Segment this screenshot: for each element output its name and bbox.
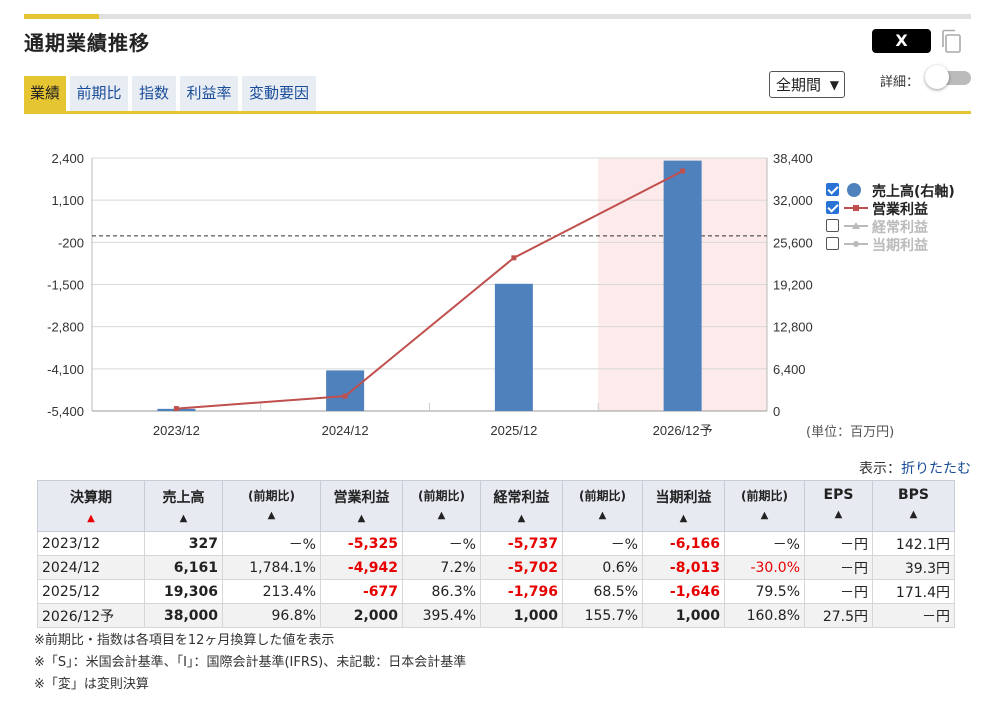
copy-icon[interactable] — [940, 29, 964, 55]
legend-checkbox-net[interactable] — [826, 237, 839, 250]
table-row: 2025/12 19,306 213.4% -677 86.3% -1,796 68.5… — [37, 579, 955, 604]
y-right-tick-label: 25,600 — [773, 235, 813, 250]
bar-sales — [663, 160, 702, 411]
sort-header-bps[interactable]: BPS ▲ — [872, 480, 955, 532]
line-marker-icon — [844, 205, 868, 211]
y-left-tick-label: -4,100 — [47, 362, 84, 377]
x-tick-label: 2025/12 — [490, 423, 537, 438]
performance-chart: 2,400 38,400 1,100 32,000 -200 25,600 -1,500 19… — [47, 151, 813, 438]
y-right-tick-label: 6,400 — [773, 362, 806, 377]
period-select-value: 全期間 — [776, 76, 822, 94]
sort-icon: ▲ — [834, 509, 843, 520]
footnote: ※前期比・指数は各項目を12ヶ月換算した値を表示 — [34, 633, 335, 648]
y-left-tick-label: -1,500 — [47, 278, 84, 293]
sort-header-net[interactable]: 当期利益 ▲ — [642, 480, 725, 532]
page-title: 通期業績推移 — [24, 31, 150, 55]
point-operating-income — [342, 393, 348, 399]
sort-header-sales[interactable]: 売上高 ▲ — [144, 480, 223, 532]
sort-header-period[interactable]: 決算期 ▲ — [37, 480, 145, 532]
sort-icon: ▲ — [760, 510, 769, 521]
tab-margin[interactable]: 利益率 — [180, 76, 238, 112]
sort-header-ordinary-yoy[interactable]: (前期比) ▲ — [562, 480, 643, 532]
point-operating-income — [173, 406, 179, 412]
legend-checkbox-sales[interactable] — [826, 183, 839, 196]
display-toggle: 表示：折りたたむ — [859, 458, 971, 478]
sort-icon: ▲ — [909, 509, 918, 520]
y-left-tick-label: -200 — [58, 235, 84, 250]
y-left-tick-label: -5,400 — [47, 404, 84, 419]
footnote: ※「S」：米国会計基準、「I」：国際会計基準(IFRS)、未記載：日本会計基準 — [34, 655, 467, 670]
legend-checkbox-operating[interactable] — [826, 201, 839, 214]
unit-label: (単位：百万円) — [806, 425, 895, 440]
sort-header-operating-yoy[interactable]: (前期比) ▲ — [402, 480, 481, 532]
tab-performance[interactable]: 業績 — [24, 76, 66, 112]
dot-icon — [847, 183, 861, 197]
tab-index[interactable]: 指数 — [132, 76, 176, 112]
period-select[interactable]: 全期間 ▼ — [769, 71, 845, 98]
sort-header-ordinary[interactable]: 経常利益 ▲ — [480, 480, 563, 532]
sort-header-net-yoy[interactable]: (前期比) ▲ — [724, 480, 805, 532]
tab-yoy[interactable]: 前期比 — [70, 76, 128, 112]
line-marker-icon — [844, 241, 868, 247]
x-share-button[interactable]: X — [872, 29, 931, 53]
collapse-link[interactable]: 折りたたむ — [901, 461, 971, 477]
table-row: 2026/12予 38,000 96.8% 2,000 395.4% 1,000 155… — [37, 603, 955, 628]
sort-header-sales-yoy[interactable]: (前期比) ▲ — [222, 480, 321, 532]
sort-icon: ▲ — [357, 513, 366, 524]
sort-header-operating[interactable]: 営業利益 ▲ — [320, 480, 403, 532]
sort-icon: ▲ — [267, 510, 276, 521]
bar-sales — [326, 370, 365, 411]
sort-icon: ▲ — [179, 513, 188, 524]
sort-icon: ▲ — [598, 510, 607, 521]
top-accent-bar — [24, 14, 971, 19]
table-row: 2023/12 327 －% -5,325 －% -5,737 －% -6,166 －% … — [37, 531, 955, 556]
y-right-tick-label: 19,200 — [773, 278, 813, 293]
footnote: ※「変」は変則決算 — [34, 677, 149, 692]
sort-icon: ▲ — [679, 513, 688, 524]
sort-icon: ▲ — [437, 510, 446, 521]
sort-header-eps[interactable]: EPS ▲ — [804, 480, 873, 532]
detail-toggle[interactable] — [925, 65, 971, 89]
line-marker-icon — [844, 222, 868, 229]
table-header-row: 決算期 ▲ 売上高 ▲ (前期比) ▲ 営業利益 ▲ (前期比) ▲ 経常利益 ▲ (前期比… — [37, 480, 955, 532]
y-right-tick-label: 32,000 — [773, 193, 813, 208]
y-right-tick-label: 12,800 — [773, 320, 813, 335]
y-left-tick-label: 2,400 — [51, 151, 84, 166]
y-left-tick-label: 1,100 — [51, 193, 84, 208]
y-left-tick-label: -2,800 — [47, 320, 84, 335]
footnotes: ※前期比・指数は各項目を12ヶ月換算した値を表示 ※「S」：米国会計基準、「I」… — [34, 630, 466, 696]
legend-checkbox-ordinary[interactable] — [826, 219, 839, 232]
y-right-tick-label: 0 — [773, 404, 780, 419]
tab-change-factors[interactable]: 変動要因 — [242, 76, 316, 112]
point-operating-income — [680, 168, 686, 174]
x-tick-label: 2024/12 — [322, 423, 369, 438]
y-right-tick-label: 38,400 — [773, 151, 813, 166]
display-label: 表示： — [859, 461, 901, 477]
chevron-down-icon: ▼ — [829, 78, 839, 92]
x-tick-label: 2023/12 — [153, 423, 200, 438]
bar-sales — [494, 283, 533, 411]
tab-underline — [24, 111, 971, 114]
point-operating-income — [511, 255, 517, 261]
sort-asc-icon: ▲ — [87, 513, 95, 524]
performance-table: 決算期 ▲ 売上高 ▲ (前期比) ▲ 営業利益 ▲ (前期比) ▲ 経常利益 ▲ (前期比… — [37, 480, 955, 628]
x-tick-label: 2026/12予 — [653, 423, 713, 438]
sort-icon: ▲ — [517, 513, 526, 524]
table-row: 2024/12 6,161 1,784.1% -4,942 7.2% -5,702 0.… — [37, 555, 955, 580]
detail-label: 詳細： — [880, 75, 920, 90]
